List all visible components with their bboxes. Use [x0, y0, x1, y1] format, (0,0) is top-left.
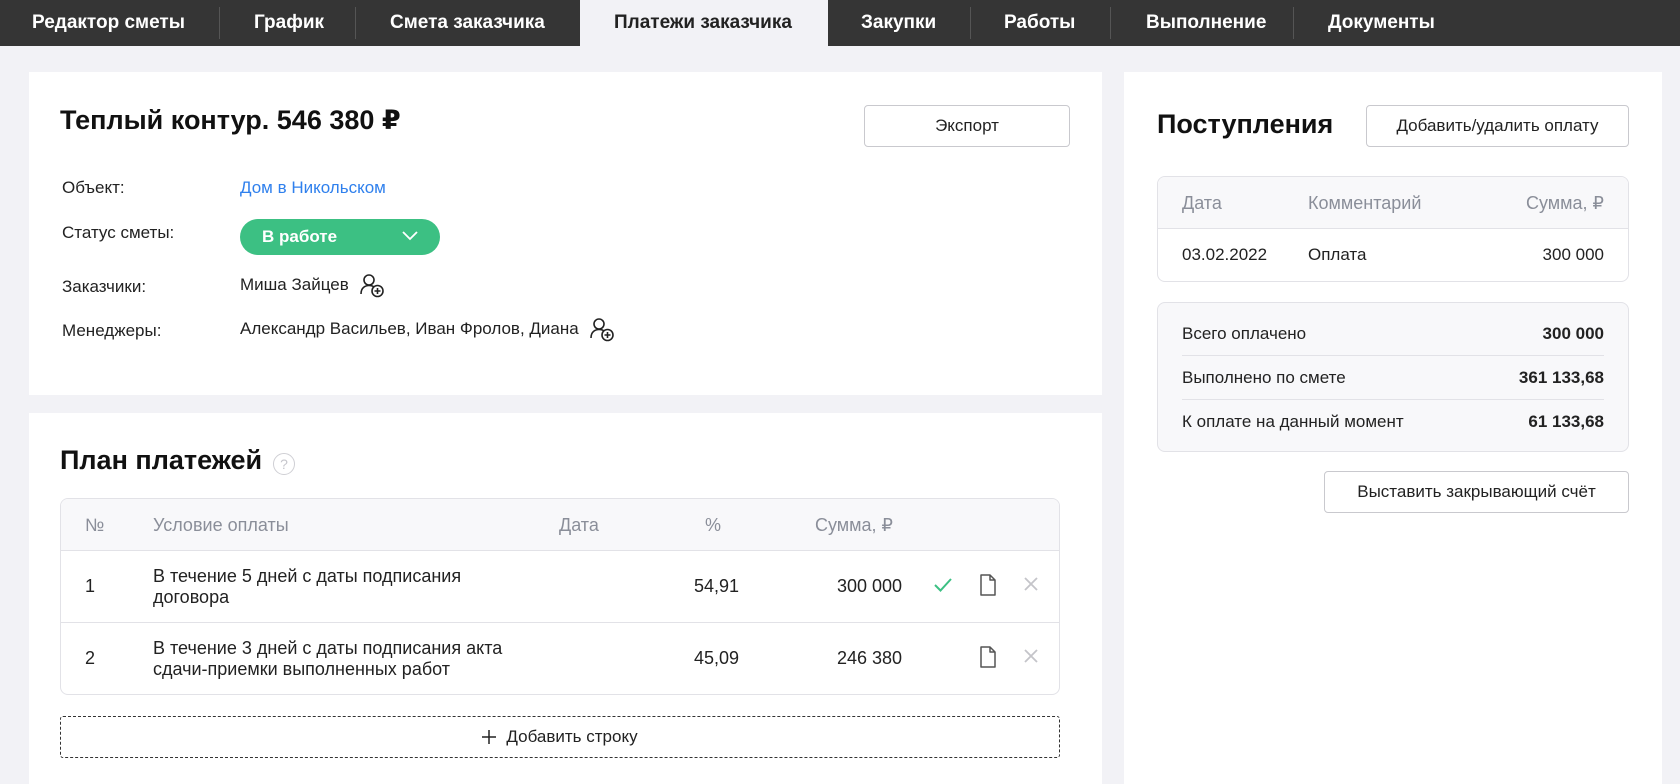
- payment-plan-table: № Условие оплаты Дата % Сумма, ₽ 1 В теч…: [60, 498, 1060, 695]
- row-comment: Оплата: [1308, 245, 1367, 264]
- summary-value: 61 133,68: [1528, 412, 1604, 431]
- receipts-table: Дата Комментарий Сумма, ₽ 03.02.2022 Опл…: [1157, 176, 1629, 282]
- plus-icon: [482, 730, 497, 744]
- column-sum: Сумма, ₽: [1525, 193, 1604, 213]
- summary-row: Всего оплачено 300 000: [1182, 312, 1604, 356]
- condition-line: В течение 5 дней с даты подписания: [153, 566, 462, 586]
- object-link[interactable]: Дом в Никольском: [240, 178, 386, 198]
- customers-value: Миша Зайцев: [240, 275, 349, 294]
- add-row-button[interactable]: Добавить строку: [60, 716, 1060, 758]
- add-user-icon[interactable]: [359, 272, 385, 298]
- table-row[interactable]: 2 В течение 3 дней с даты подписания акт…: [61, 623, 1059, 694]
- condition-line: сдачи-приемки выполненных работ: [153, 659, 450, 679]
- summary-row: Выполнено по смете 361 133,68: [1182, 356, 1604, 400]
- customers-label: Заказчики:: [62, 277, 147, 296]
- tab-label: Платежи заказчика: [614, 12, 792, 33]
- close-icon[interactable]: [1024, 577, 1038, 591]
- closing-invoice-button[interactable]: Выставить закрывающий счёт: [1324, 471, 1629, 513]
- row-number: 2: [85, 648, 96, 668]
- summary-label: К оплате на данный момент: [1182, 412, 1404, 431]
- tab-customer-estimate[interactable]: Смета заказчика: [356, 0, 580, 46]
- managers-value: Александр Васильев, Иван Фролов, Диана: [240, 319, 579, 338]
- status-value: В работе: [262, 227, 338, 246]
- row-condition: В течение 5 дней с даты подписания догов…: [153, 566, 533, 608]
- column-date: Дата: [1182, 193, 1222, 213]
- condition-line: В течение 3 дней с даты подписания акта: [153, 638, 503, 658]
- payment-plan-card: План платежей ? № Условие оплаты Дата % …: [29, 413, 1102, 784]
- summary-label: Всего оплачено: [1182, 323, 1307, 343]
- row-sum: 246 380: [837, 648, 903, 668]
- add-remove-payment-button[interactable]: Добавить/удалить оплату: [1366, 105, 1629, 147]
- top-navigation: Редактор сметы График Смета заказчика Пл…: [0, 0, 1680, 46]
- row-sum: 300 000: [837, 576, 903, 596]
- table-row[interactable]: 03.02.2022 Оплата 300 000: [1158, 229, 1628, 281]
- row-number: 1: [85, 576, 96, 596]
- tab-documents[interactable]: Документы: [1294, 0, 1494, 46]
- column-date: Дата: [559, 515, 599, 535]
- summary-row: К оплате на данный момент 61 133,68: [1182, 400, 1604, 444]
- tab-estimate-editor[interactable]: Редактор сметы: [0, 0, 220, 46]
- document-icon[interactable]: [979, 646, 997, 668]
- estimate-card: Теплый контур. 546 380 ₽ Экспорт Объект:…: [29, 72, 1102, 395]
- tab-label: Смета заказчика: [390, 12, 545, 33]
- tab-customer-payments[interactable]: Платежи заказчика: [580, 0, 828, 46]
- summary-value: 300 000: [1542, 323, 1604, 343]
- column-sum: Сумма, ₽: [815, 515, 894, 535]
- managers-label: Менеджеры:: [62, 321, 162, 340]
- receipts-card: Поступления Добавить/удалить оплату Дата…: [1124, 72, 1662, 784]
- export-button[interactable]: Экспорт: [864, 105, 1070, 147]
- status-dropdown[interactable]: В работе: [240, 219, 440, 255]
- tab-label: График: [254, 12, 325, 33]
- condition-line: договора: [153, 587, 230, 607]
- column-percent: %: [705, 515, 722, 535]
- tab-purchases[interactable]: Закупки: [828, 0, 971, 46]
- table-header: № Условие оплаты Дата % Сумма, ₽: [61, 499, 1059, 551]
- tab-works[interactable]: Работы: [971, 0, 1111, 46]
- tab-label: Документы: [1328, 12, 1435, 33]
- estimate-title: Теплый контур. 546 380 ₽: [60, 105, 401, 135]
- table-row[interactable]: 1 В течение 5 дней с даты подписания дог…: [61, 551, 1059, 623]
- tab-label: Выполнение: [1146, 12, 1267, 33]
- row-percent: 54,91: [694, 576, 740, 596]
- tab-completion[interactable]: Выполнение: [1111, 0, 1294, 46]
- column-comment: Комментарий: [1308, 193, 1422, 213]
- help-icon[interactable]: ?: [273, 453, 295, 475]
- row-percent: 45,09: [694, 648, 740, 668]
- tab-label: Редактор сметы: [32, 12, 185, 33]
- check-icon[interactable]: [933, 577, 953, 593]
- add-user-icon[interactable]: [589, 316, 615, 342]
- summary-value: 361 133,68: [1518, 367, 1604, 387]
- add-row-label: Добавить строку: [506, 727, 638, 746]
- tab-label: Работы: [1004, 12, 1076, 33]
- payment-summary: Всего оплачено 300 000 Выполнено по смет…: [1157, 302, 1629, 452]
- document-icon[interactable]: [979, 574, 997, 596]
- object-label: Объект:: [62, 178, 125, 197]
- table-header: Дата Комментарий Сумма, ₽: [1158, 177, 1628, 229]
- tab-label: Закупки: [861, 12, 937, 33]
- row-sum: 300 000: [1542, 245, 1604, 264]
- column-number: №: [85, 515, 105, 535]
- summary-label: Выполнено по смете: [1182, 367, 1346, 387]
- close-icon[interactable]: [1024, 649, 1038, 663]
- receipts-title: Поступления: [1157, 109, 1334, 139]
- row-condition: В течение 3 дней с даты подписания акта …: [153, 638, 533, 680]
- payment-plan-title: План платежей: [60, 445, 263, 475]
- tab-schedule[interactable]: График: [220, 0, 356, 46]
- status-label: Статус сметы:: [62, 223, 175, 242]
- row-date: 03.02.2022: [1182, 245, 1268, 264]
- chevron-down-icon: [402, 231, 418, 241]
- column-condition: Условие оплаты: [153, 515, 289, 535]
